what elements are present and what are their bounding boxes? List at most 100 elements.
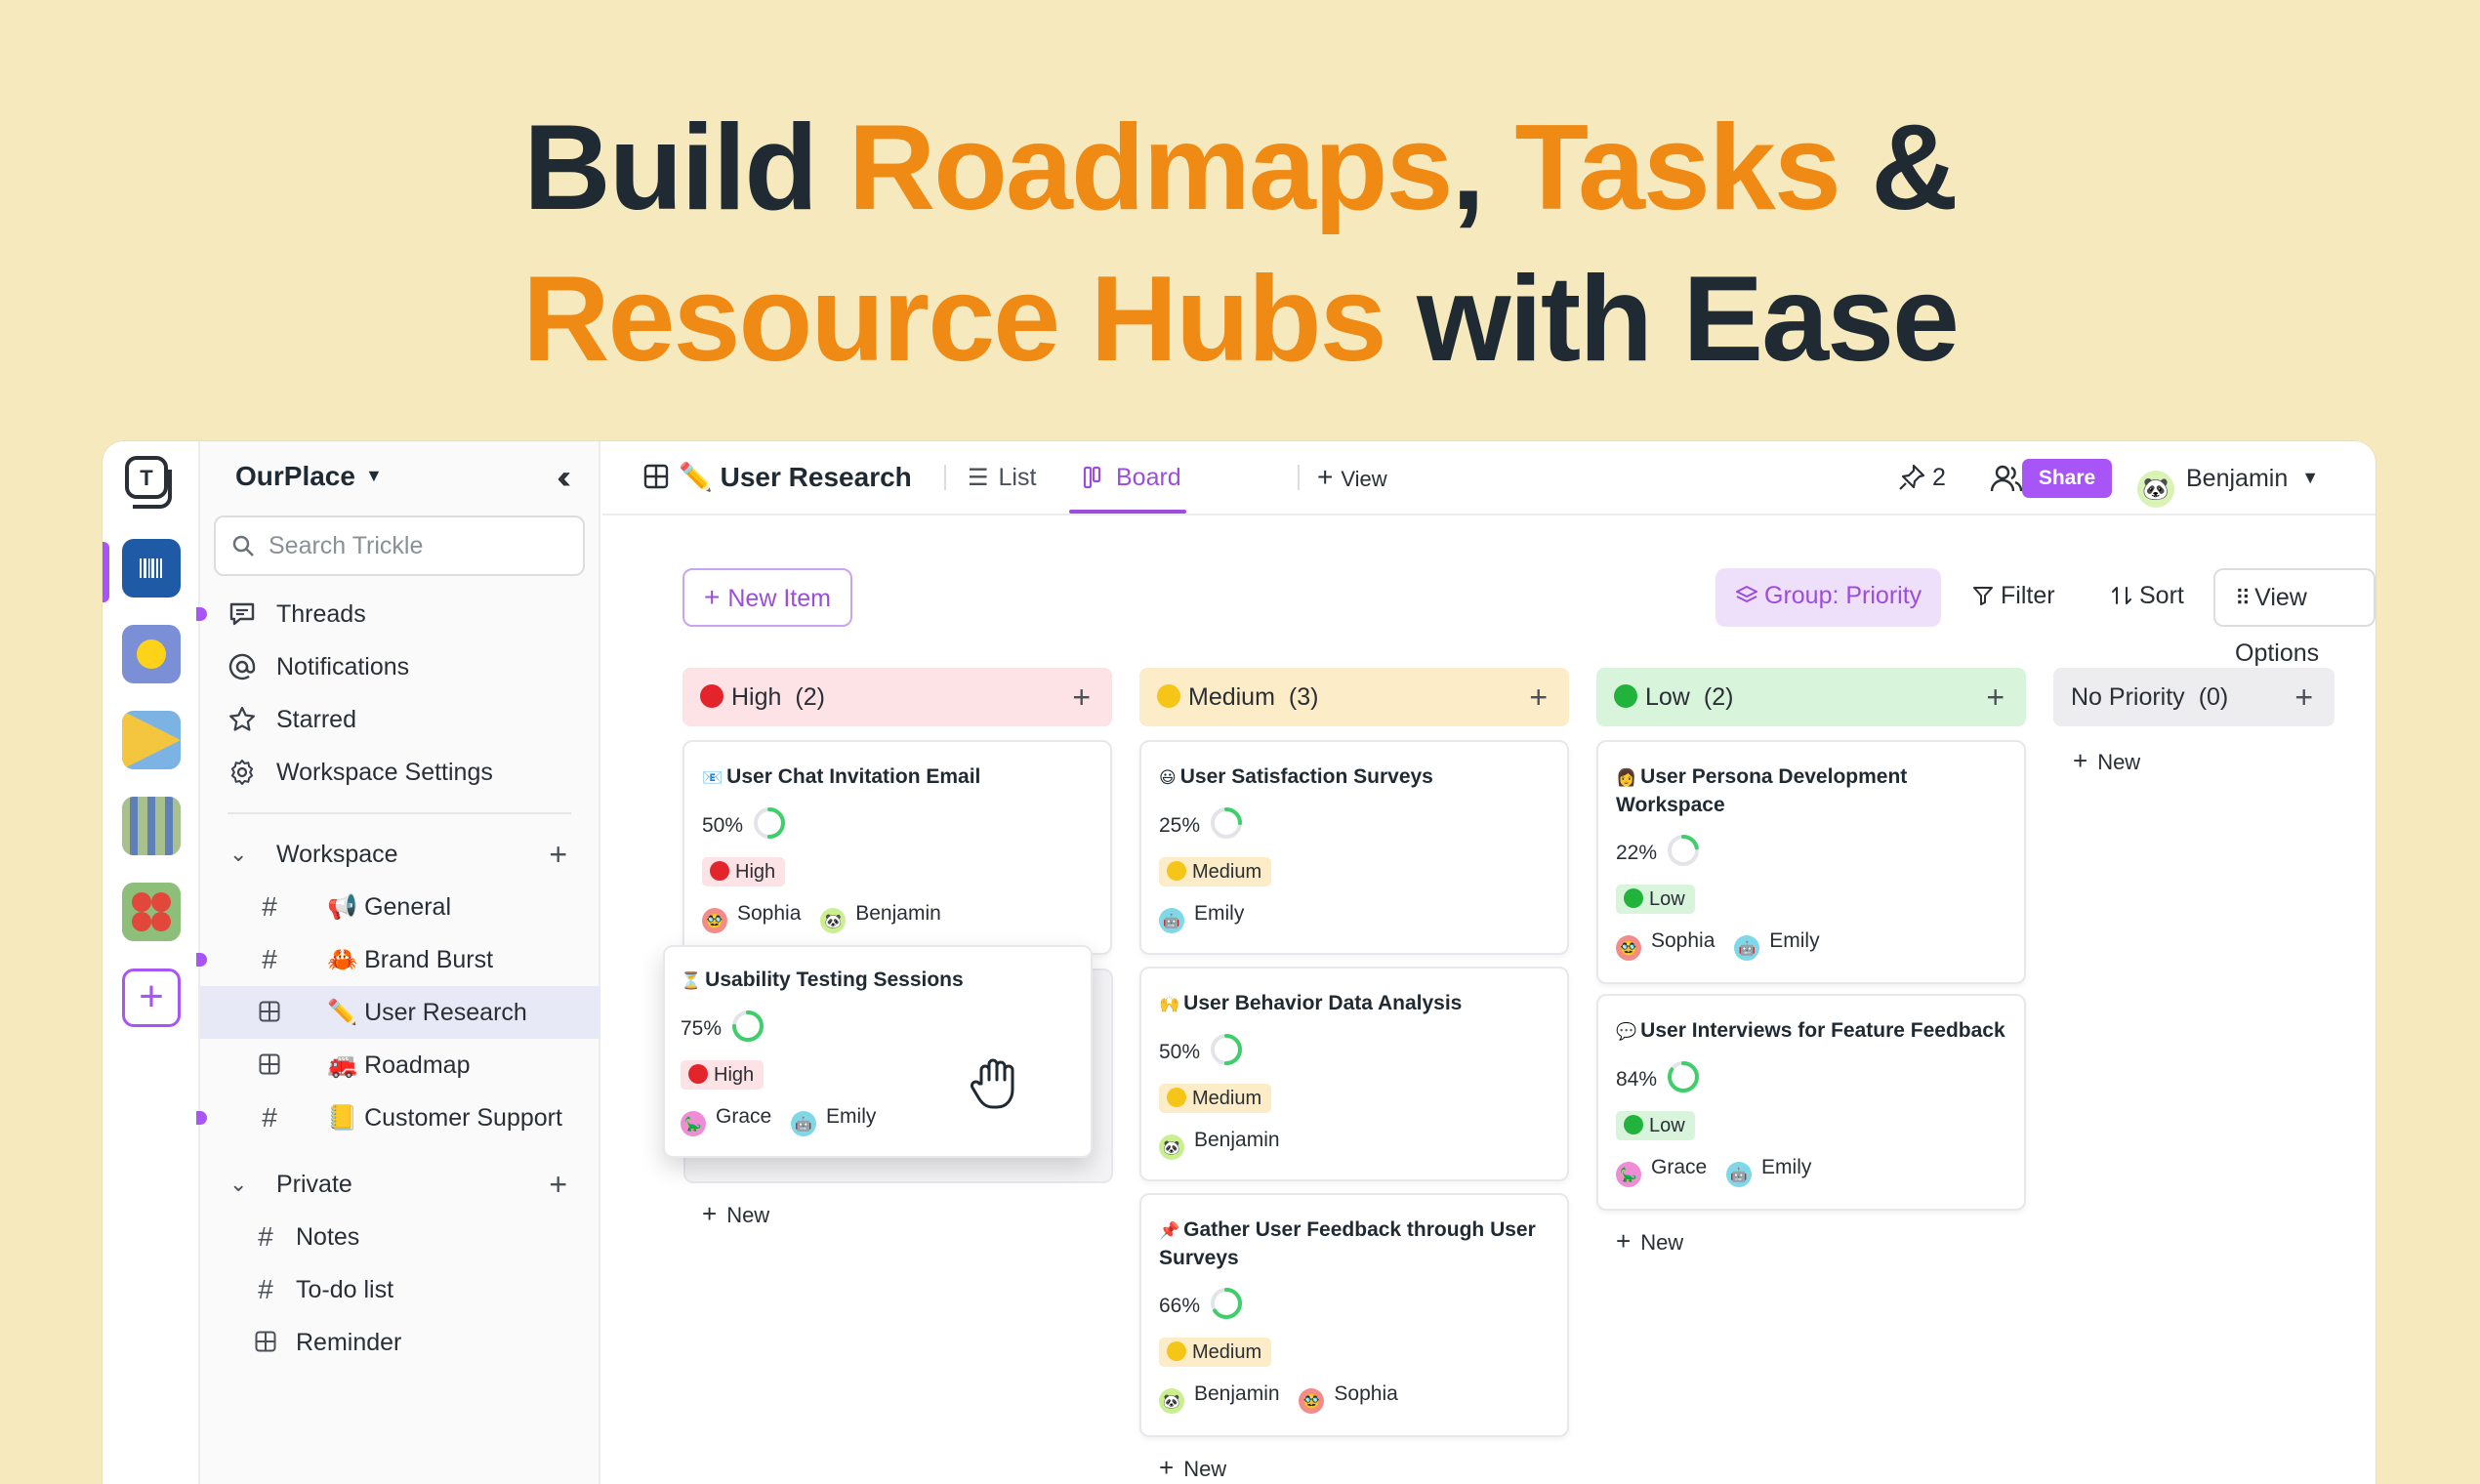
new-card-link[interactable]: + New	[1159, 1453, 1226, 1483]
card-title-text: User Persona Development Workspace	[1616, 765, 1908, 816]
hash-icon: #	[262, 891, 277, 922]
assignee[interactable]: 🐼 Benjamin	[1159, 1129, 1280, 1160]
assignee-name: Emily	[826, 1105, 877, 1128]
priority-badge[interactable]: Low	[1616, 1111, 1695, 1140]
assignee[interactable]: 🤖 Emily	[1726, 1156, 1811, 1187]
stripes-workspace-icon[interactable]	[122, 797, 181, 855]
task-card[interactable]: 👩 User Persona Development Workspace 22% …	[1596, 740, 2026, 984]
chevron-down-icon: ⌄	[229, 1172, 248, 1196]
assignee[interactable]: 🤖 Emily	[791, 1105, 876, 1136]
barcode-workspace-icon[interactable]	[122, 539, 181, 598]
sun-workspace-icon[interactable]	[122, 625, 181, 683]
new-label: New	[726, 1203, 770, 1227]
new-card-link[interactable]: + New	[702, 1199, 769, 1229]
view-options-button[interactable]: ⠿ View Options	[2213, 568, 2376, 667]
private-section-header[interactable]: ⌄ Private +	[200, 1158, 600, 1211]
share-button[interactable]: Share	[2022, 459, 2112, 498]
column-count: (3)	[1288, 683, 1319, 711]
unread-indicator	[196, 953, 207, 967]
pinned-button[interactable]: 2	[1897, 441, 1946, 514]
sidebar-item-starred[interactable]: Starred	[200, 693, 600, 746]
assignee[interactable]: 🦕 Grace	[681, 1105, 771, 1136]
avatar: 🦕	[1616, 1162, 1641, 1187]
sidebar-item-reminder[interactable]: Reminder	[200, 1316, 600, 1369]
high-priority-icon	[688, 1064, 708, 1084]
add-card-icon[interactable]: +	[1529, 668, 1548, 726]
assignee[interactable]: 🥸 Sophia	[1616, 929, 1715, 961]
add-channel-icon[interactable]: +	[549, 828, 567, 881]
group-by-button[interactable]: Group: Priority	[1715, 568, 1942, 627]
add-card-icon[interactable]: +	[2294, 668, 2313, 726]
priority-label: High	[735, 861, 776, 883]
task-card[interactable]: 📌 Gather User Feedback through User Surve…	[1139, 1193, 1569, 1437]
column-header-low[interactable]: Low (2) +	[1596, 668, 2026, 726]
tab-list[interactable]: ☰ List	[968, 441, 1036, 514]
card-emoji: 🙌	[1159, 995, 1180, 1013]
sidebar-item-threads[interactable]: Threads	[196, 588, 600, 640]
hero-headline: Build Roadmaps, Tasks & Resource Hubs wi…	[0, 93, 2480, 395]
assignee[interactable]: 🤖 Emily	[1159, 902, 1244, 933]
new-item-button[interactable]: + New Item	[682, 568, 852, 627]
sidebar-item-todo-list[interactable]: # To-do list	[200, 1263, 600, 1316]
column-header-no-priority[interactable]: No Priority (0) +	[2053, 668, 2335, 726]
hero-line-1: Build Roadmaps, Tasks &	[0, 93, 2480, 244]
collapse-sidebar-icon[interactable]: ‹‹	[557, 459, 570, 497]
sidebar-item-workspace-settings[interactable]: Workspace Settings	[200, 746, 600, 799]
column-header-high[interactable]: High (2) +	[682, 668, 1112, 726]
add-private-icon[interactable]: +	[549, 1158, 567, 1211]
filter-icon	[1973, 587, 1993, 605]
sidebar-item-customer-support[interactable]: # 📒 Customer Support	[196, 1092, 600, 1144]
priority-badge[interactable]: Low	[1616, 885, 1695, 914]
dots-workspace-icon[interactable]	[122, 883, 181, 941]
assignee[interactable]: 🐼 Benjamin	[820, 902, 941, 933]
sidebar-item-label: Reminder	[296, 1329, 402, 1356]
tab-board[interactable]: Board	[1083, 441, 1181, 514]
priority-badge[interactable]: Medium	[1159, 1338, 1272, 1367]
hash-icon: #	[258, 1274, 273, 1304]
sidebar-item-label: 🦀 Brand Burst	[327, 946, 494, 973]
assignee[interactable]: 🦕 Grace	[1616, 1156, 1707, 1187]
play-workspace-icon[interactable]	[122, 711, 181, 769]
add-card-icon[interactable]: +	[1072, 668, 1091, 726]
user-menu[interactable]: 🐼 Benjamin ▼	[2137, 441, 2319, 514]
sort-button[interactable]: Sort	[2094, 568, 2200, 627]
task-card[interactable]: 😃 User Satisfaction Surveys 25% Medium 🤖 E…	[1139, 740, 1569, 955]
trickle-logo-icon[interactable]: T	[124, 455, 181, 512]
filter-button[interactable]: Filter	[1956, 568, 2071, 627]
add-view-label: View	[1341, 467, 1387, 491]
priority-badge[interactable]: High	[681, 1060, 765, 1090]
members-icon[interactable]	[1989, 461, 2024, 496]
list-icon: ☰	[968, 465, 989, 491]
workspace-switcher[interactable]: OurPlace ▼	[235, 461, 383, 492]
board-icon	[259, 1001, 280, 1022]
add-card-icon[interactable]: +	[1986, 668, 2005, 726]
assignee[interactable]: 🥸 Sophia	[1299, 1382, 1398, 1414]
add-workspace-button[interactable]: +	[122, 969, 181, 1027]
sidebar: OurPlace ▼ ‹‹ Search Trickle Threads Noti…	[196, 441, 600, 1484]
sidebar-item-brand-burst[interactable]: # 🦀 Brand Burst	[196, 933, 600, 986]
card-title-text: User Satisfaction Surveys	[1179, 765, 1433, 788]
new-card-link[interactable]: + New	[2073, 746, 2140, 776]
sidebar-item-user-research[interactable]: ✏️ User Research	[200, 986, 600, 1039]
search-input[interactable]: Search Trickle	[214, 515, 585, 576]
card-emoji: 📌	[1159, 1221, 1180, 1240]
new-card-link[interactable]: + New	[1616, 1226, 1683, 1257]
assignee[interactable]: 🥸 Sophia	[702, 902, 801, 933]
priority-badge[interactable]: High	[702, 857, 786, 886]
assignee[interactable]: 🐼 Benjamin	[1159, 1382, 1280, 1414]
sidebar-item-general[interactable]: # 📢 General	[200, 881, 600, 933]
task-card-dragging[interactable]: ⏳ Usability Testing Sessions 75% High 🦕 Gr…	[663, 945, 1093, 1158]
workspace-section-header[interactable]: ⌄ Workspace +	[200, 828, 600, 881]
task-card[interactable]: 🙌 User Behavior Data Analysis 50% Medium …	[1139, 967, 1569, 1181]
sidebar-item-notifications[interactable]: Notifications	[200, 640, 600, 693]
avatar: 🐼	[820, 908, 847, 933]
sidebar-item-notes[interactable]: # Notes	[200, 1211, 600, 1263]
priority-badge[interactable]: Medium	[1159, 857, 1272, 886]
sidebar-item-roadmap[interactable]: 🚒 Roadmap	[200, 1039, 600, 1092]
column-header-medium[interactable]: Medium (3) +	[1139, 668, 1569, 726]
task-card[interactable]: 💬 User Interviews for Feature Feedback 84…	[1596, 994, 2026, 1211]
assignee[interactable]: 🤖 Emily	[1734, 929, 1820, 961]
priority-badge[interactable]: Medium	[1159, 1084, 1272, 1113]
task-card[interactable]: 📧 User Chat Invitation Email 50% High 🥸 So…	[682, 740, 1112, 955]
add-view-button[interactable]: + View	[1317, 441, 1387, 514]
